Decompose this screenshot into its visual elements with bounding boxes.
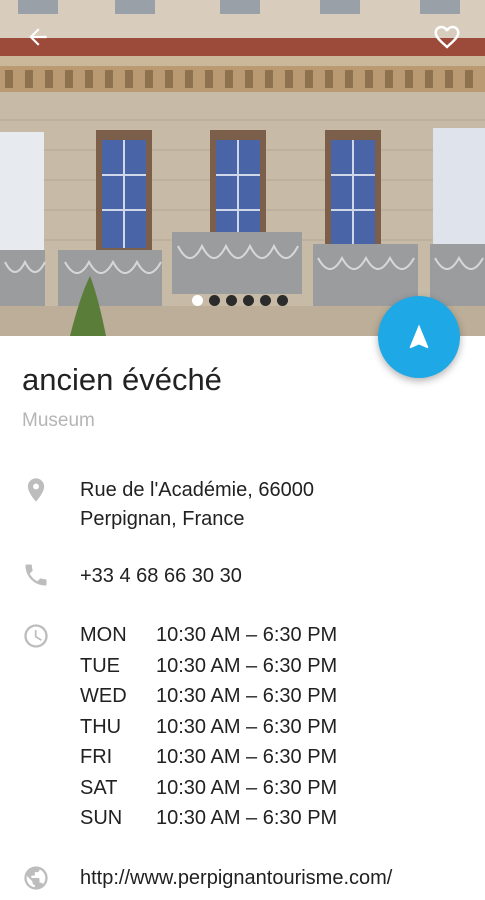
hours-row-mon: MON 10:30 AM – 6:30 PM: [80, 620, 337, 651]
clock-icon: [24, 624, 48, 648]
hours-row-tue: TUE 10:30 AM – 6:30 PM: [80, 651, 337, 682]
place-category: Museum: [22, 410, 95, 431]
place-name: ancien évéché: [22, 362, 222, 397]
heart-outline-icon: [434, 25, 460, 49]
gallery-page-indicator: [192, 295, 288, 306]
gallery-dot-6[interactable]: [277, 295, 288, 306]
address-line-2: Perpignan, France: [80, 508, 245, 530]
day-label: WED: [80, 685, 127, 707]
navigate-fab-button[interactable]: [378, 296, 460, 378]
address[interactable]: Rue de l'Académie, 66000 Perpignan, Fran…: [80, 476, 314, 534]
hours-time: 10:30 AM – 6:30 PM: [156, 685, 338, 707]
hours-row-sat: SAT 10:30 AM – 6:30 PM: [80, 773, 337, 804]
navigation-icon: [409, 324, 429, 349]
website-link[interactable]: http://www.perpignantourisme.com/: [80, 864, 392, 893]
day-label: THU: [80, 715, 122, 738]
back-button[interactable]: [18, 17, 58, 57]
phone-number[interactable]: +33 4 68 66 30 30: [80, 562, 242, 591]
gallery-dot-2[interactable]: [209, 295, 220, 306]
globe-icon: [24, 866, 48, 890]
photo-gallery[interactable]: [0, 0, 485, 336]
favorite-button[interactable]: [427, 17, 467, 57]
building-photo: [0, 0, 485, 336]
day-label: SUN: [80, 807, 123, 829]
hours-row-fri: FRI 10:30 AM – 6:30 PM: [80, 742, 337, 773]
address-line-1: Rue de l'Académie, 66000: [80, 479, 314, 501]
day-label: SAT: [80, 776, 118, 799]
hours-time: 10:30 AM – 6:30 PM: [156, 807, 338, 829]
gallery-dot-5[interactable]: [260, 295, 271, 306]
phone-icon: [25, 564, 47, 586]
hours-time: 10:30 AM – 6:30 PM: [156, 746, 338, 768]
hours-time: 10:30 AM – 6:30 PM: [156, 654, 338, 677]
hours-row-thu: THU 10:30 AM – 6:30 PM: [80, 712, 337, 743]
arrow-back-icon: [29, 28, 47, 46]
gallery-dot-4[interactable]: [243, 295, 254, 306]
hours-row-sun: SUN 10:30 AM – 6:30 PM: [80, 803, 337, 834]
day-label: TUE: [80, 654, 120, 677]
gallery-dot-3[interactable]: [226, 295, 237, 306]
hours-row-wed: WED 10:30 AM – 6:30 PM: [80, 681, 337, 712]
day-label: FRI: [80, 746, 113, 768]
hours-time: 10:30 AM – 6:30 PM: [156, 776, 338, 799]
hours-time: 10:30 AM – 6:30 PM: [156, 715, 338, 738]
location-pin-icon: [27, 478, 45, 502]
hours-time: 10:30 AM – 6:30 PM: [156, 624, 338, 646]
day-label: MON: [80, 624, 127, 646]
opening-hours: MON 10:30 AM – 6:30 PM TUE 10:30 AM – 6:30…: [80, 620, 337, 834]
gallery-dot-1[interactable]: [192, 295, 203, 306]
